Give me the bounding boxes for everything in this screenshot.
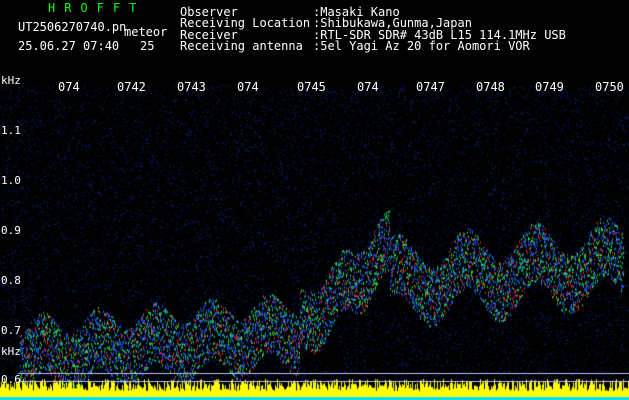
time-tick: 0743	[177, 80, 206, 94]
file-name: UT2506270740.pn	[18, 20, 127, 34]
count-value: 25	[140, 39, 155, 53]
brand-title: HROFFT	[48, 1, 146, 15]
freq-unit-label-bottom: kHz	[1, 345, 21, 358]
time-tick: 0747	[416, 80, 445, 94]
field-value-antenna: :5el Yagi Az 20 for Aomori VOR	[313, 39, 530, 53]
freq-tick: 0.6	[1, 373, 21, 386]
timestamp: 25.06.27 07:40	[18, 39, 120, 53]
time-tick: 0745	[297, 80, 326, 94]
time-tick: 0749	[535, 80, 564, 94]
freq-tick: 1.1	[1, 124, 21, 137]
freq-tick: 0.8	[1, 274, 21, 287]
freq-tick: 1.0	[1, 174, 21, 187]
hrofft-window: HROFFT UT2506270740.pn meteor 25.06.27 0…	[0, 0, 629, 400]
freq-tick: 0.9	[1, 224, 21, 237]
time-tick: 0750	[595, 80, 624, 94]
time-tick: 0742	[117, 80, 146, 94]
time-tick: 074	[237, 80, 259, 94]
mode-label: meteor	[124, 25, 168, 39]
time-tick: 074	[357, 80, 379, 94]
time-tick: 074	[58, 80, 80, 94]
spectrogram-canvas	[0, 75, 629, 400]
freq-tick: 0.7	[1, 324, 21, 337]
freq-unit-label: kHz	[1, 74, 21, 87]
time-tick: 0748	[476, 80, 505, 94]
field-label-antenna: Receiving antenna	[180, 39, 303, 53]
